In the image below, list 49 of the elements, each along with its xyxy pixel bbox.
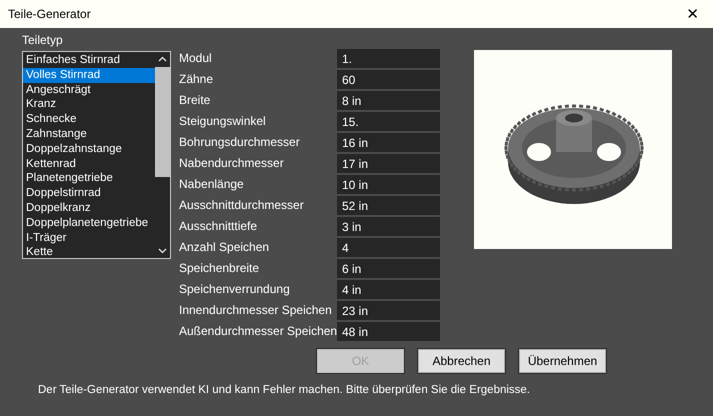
parameter-label: Modul <box>179 50 213 67</box>
list-item[interactable]: Zahnstange <box>23 126 155 142</box>
list-item[interactable]: Volles Stirnrad <box>23 68 155 83</box>
parameter-label: Speichenverrundung <box>179 281 291 298</box>
parameter-label: Steigungswinkel <box>179 113 267 130</box>
list-item[interactable]: I-Träger <box>23 230 155 246</box>
apply-button[interactable]: Übernehmen <box>519 349 606 373</box>
cancel-button[interactable]: Abbrechen <box>418 349 505 373</box>
list-item[interactable]: Kettenrad <box>23 156 155 172</box>
parameter-label: Nabenlänge <box>179 176 245 193</box>
parameter-field[interactable]: 8 in <box>337 91 440 110</box>
list-item[interactable]: Angeschrägt <box>23 82 155 98</box>
parameter-field[interactable]: 1. <box>337 49 440 68</box>
window-title: Teile-Generator <box>8 7 91 21</box>
parameter-label: Innendurchmesser Speichen <box>179 302 333 319</box>
parameter-field[interactable]: 3 in <box>337 217 440 236</box>
parameter-label: Ausschnitttiefe <box>179 218 258 235</box>
parameter-field[interactable]: 17 in <box>337 154 440 173</box>
parameter-field[interactable]: 23 in <box>337 301 440 320</box>
parameter-label: Speichenbreite <box>179 260 260 277</box>
list-item[interactable]: Doppelkranz <box>23 200 155 216</box>
parameter-field[interactable]: 60 <box>337 70 440 89</box>
parameter-field[interactable]: 15. <box>337 112 440 131</box>
section-label: Teiletyp <box>22 33 64 47</box>
list-item[interactable]: Kranz <box>23 97 155 112</box>
list-item[interactable]: Schnecke <box>23 112 155 127</box>
parameter-label: Bohrungsdurchmesser <box>179 134 301 151</box>
list-item[interactable]: Einfaches Stirnrad <box>23 53 155 68</box>
parameter-field[interactable]: 6 in <box>337 259 440 278</box>
parameter-field[interactable]: 16 in <box>337 133 440 152</box>
parameter-field[interactable]: 48 in <box>337 322 440 341</box>
parameter-field[interactable]: 4 in <box>337 280 440 299</box>
parameter-label: Zähne <box>179 71 214 88</box>
parameter-field[interactable]: 4 <box>337 238 440 257</box>
parameter-label: Nabendurchmesser <box>179 155 285 172</box>
parameter-label: Außendurchmesser Speichen <box>179 323 337 340</box>
parameter-label: Anzahl Speichen <box>179 239 270 256</box>
close-button[interactable]: ✕ <box>682 5 703 23</box>
list-item[interactable]: Kette <box>23 245 155 258</box>
scrollbar-thumb[interactable] <box>155 67 170 177</box>
list-item[interactable]: Doppelstirnrad <box>23 186 155 201</box>
parameter-label: Ausschnittdurchmesser <box>179 197 305 214</box>
disclaimer-text: Der Teile-Generator verwendet KI und kann Fehler machen. Bitte überprüfen Sie die Ergebnisse. <box>38 384 532 396</box>
parameter-label: Breite <box>179 92 212 109</box>
parameter-field[interactable]: 52 in <box>337 196 440 215</box>
list-item[interactable]: Doppelplanetengetriebe <box>23 216 155 231</box>
list-item[interactable]: Doppelzahnstange <box>23 142 155 157</box>
parameter-field[interactable]: 10 in <box>337 175 440 194</box>
list-item[interactable]: Planetengetriebe <box>23 171 155 186</box>
